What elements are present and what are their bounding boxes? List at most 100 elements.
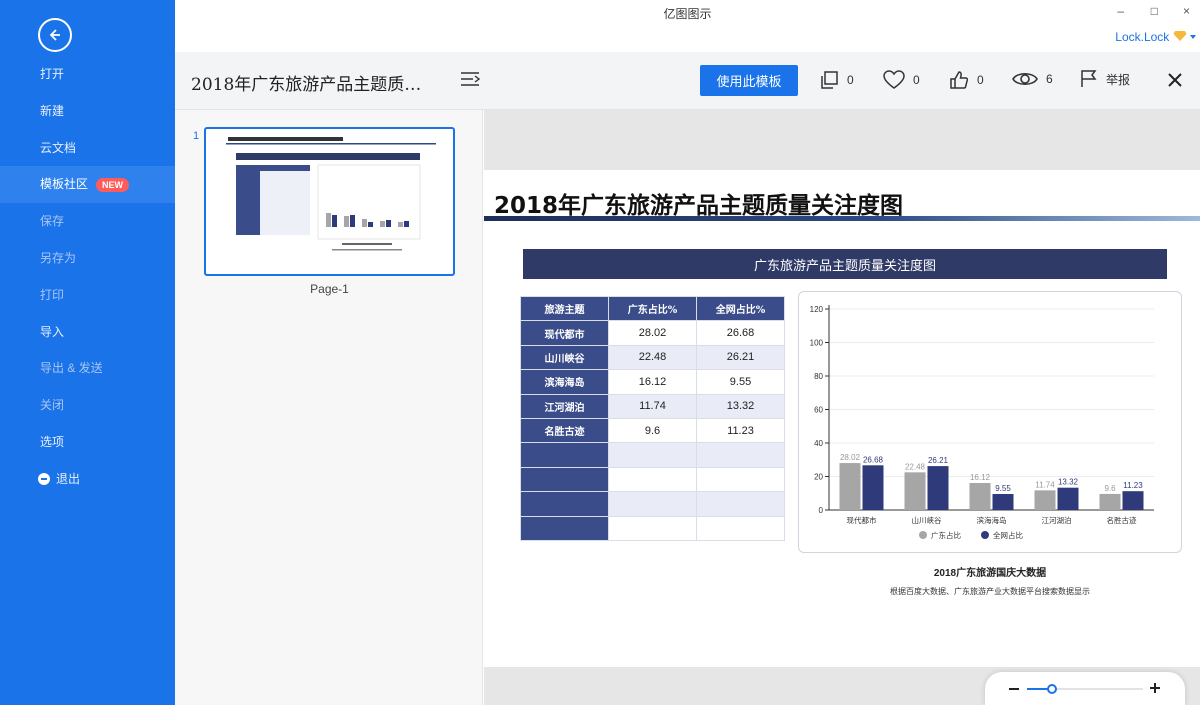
x-tick-label: 滨海海岛 [977,515,1007,525]
table-header-cell: 全网占比% [696,295,785,322]
sidebar-item-label: 关闭 [40,398,65,413]
document-main-title: 2018年广东旅游产品主题质量关注度图 [494,193,904,219]
copy-count: 0 [847,73,854,87]
sidebar-item-print[interactable]: 打印 [0,277,175,314]
table-row-empty [520,442,785,468]
zoom-out-icon[interactable] [1009,687,1019,691]
sidebar-item-label: 保存 [40,214,65,229]
views-indicator: 6 [1012,70,1053,88]
sidebar-item-close[interactable]: 关闭 [0,387,175,424]
bar [969,482,991,510]
sidebar-item-import[interactable]: 导入 [0,314,175,351]
page-thumbnail[interactable] [204,127,455,276]
x-tick-label: 山川峡谷 [912,515,942,525]
table-cell: 9.6 [608,417,697,444]
x-tick-label: 现代都市 [847,515,877,525]
y-tick-label: 80 [814,372,823,381]
source-note: 根据百度大数据、广东旅游产业大数据平台搜索数据显示 [890,587,1090,596]
app-title: 亿图图示 [663,7,712,21]
like-button[interactable]: 0 [949,70,984,90]
data-label: 9.55 [995,484,1011,493]
table-row: 现代都市 28.02 26.68 [520,320,785,346]
sidebar-item-templates[interactable]: 模板社区 NEW [0,166,175,204]
sidebar-item-label: 导入 [40,324,65,339]
maximize-button[interactable]: □ [1151,4,1158,18]
bar [1034,490,1056,510]
table-cell: 11.74 [608,393,697,419]
data-label: 11.74 [1035,480,1055,489]
canvas: 2018年广东旅游产品主题质量关注度图 广东旅游产品主题质量关注度图 旅游主题 … [484,110,1200,705]
table-header-cell: 广东占比% [608,295,697,322]
table-cell: 28.02 [608,320,697,346]
sidebar-item-options[interactable]: 选项 [0,424,175,461]
use-template-button[interactable]: 使用此模板 [700,65,798,96]
favorite-button[interactable]: 0 [883,70,920,90]
chart-banner: 广东旅游产品主题质量关注度图 [523,249,1167,279]
table-cell: 26.21 [696,344,785,371]
chevron-down-icon [1190,35,1196,39]
bar-chart: 0 20 40 60 80 100 120 28.02 26.68 现代都市 22.4826.21 山… [810,305,1154,540]
data-label: 9.6 [1104,484,1116,493]
y-tick-label: 120 [810,305,824,314]
report-button[interactable]: 举报 [1080,70,1130,88]
sidebar-item-export[interactable]: 导出 & 发送 [0,350,175,387]
sidebar-item-exit[interactable]: 退出 [0,461,175,498]
sidebar-item-new[interactable]: 新建 [0,93,175,130]
back-button[interactable] [38,18,72,52]
zoom-control [985,672,1185,705]
zoom-slider[interactable] [1027,684,1143,694]
title-bar: 亿图图示 – □ × Lock.Lock [175,0,1200,52]
page-number: 1 [193,130,200,142]
table-cell: 滨海海岛 [520,369,609,395]
table-row-empty [520,491,785,517]
y-tick-label: 40 [814,439,823,448]
bar [927,466,949,510]
like-count: 0 [977,73,984,87]
zoom-in-icon[interactable] [1150,683,1160,693]
arrow-left-icon [49,29,60,41]
table-cell: 13.32 [696,393,785,419]
table-cell: 16.12 [608,369,697,395]
bar [839,463,861,510]
close-window-button[interactable]: × [1183,4,1190,18]
chart-container: 0 20 40 60 80 100 120 28.02 26.68 现代都市 22.48 26.21 山… [798,291,1182,553]
thumbnail-preview [226,137,436,251]
bar [1057,487,1079,510]
document-page: 2018年广东旅游产品主题质量关注度图 广东旅游产品主题质量关注度图 旅游主题 … [484,170,1200,667]
view-count: 6 [1046,72,1053,86]
close-icon[interactable] [1167,72,1183,88]
table-row: 滨海海岛 16.12 9.55 [520,369,785,395]
user-account[interactable]: Lock.Lock [1115,30,1196,44]
menu-icon[interactable] [460,71,480,87]
table-header-row: 旅游主题 广东占比% 全网占比% [520,295,785,322]
sidebar-item-label: 模板社区 [40,177,89,192]
sidebar-item-label: 退出 [56,471,81,486]
page-label: Page-1 [310,282,349,296]
bar [992,494,1014,510]
minus-circle-icon [38,472,50,485]
copy-icon [821,71,838,89]
data-table: 旅游主题 广东占比% 全网占比% 现代都市 28.02 26.68 山川峡谷 2… [520,295,785,541]
sidebar-item-save-as[interactable]: 另存为 [0,240,175,277]
table-row-empty [520,515,785,541]
sidebar-item-label: 选项 [40,434,65,449]
sidebar-item-save[interactable]: 保存 [0,203,175,240]
heart-icon [883,70,905,89]
copy-button[interactable]: 0 [819,70,854,90]
table-cell: 名胜古迹 [520,417,609,444]
new-badge: NEW [96,178,130,193]
sidebar-item-open[interactable]: 打开 [0,56,175,93]
bar [1099,493,1121,510]
sidebar-item-label: 打印 [40,287,65,302]
sidebar-item-label: 新建 [40,103,65,118]
data-label: 11.23 [1123,481,1143,490]
source-title: 2018广东旅游国庆大数据 [933,568,1047,579]
minimize-button[interactable]: – [1117,4,1124,18]
legend-label: 广东占比 [931,530,961,540]
table-row-empty [520,466,785,493]
table-cell: 11.23 [696,417,785,444]
zoom-slider-handle[interactable] [1047,684,1057,694]
x-tick-label: 江河湖泊 [1042,515,1072,525]
sidebar-item-cloud[interactable]: 云文档 [0,130,175,167]
data-label: 26.68 [863,455,884,464]
